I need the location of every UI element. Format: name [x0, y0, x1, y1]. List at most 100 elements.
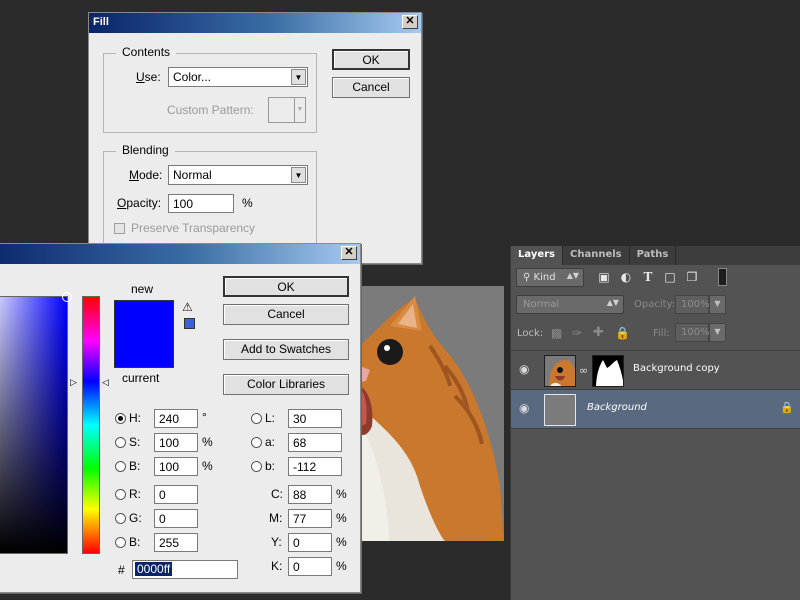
dialog-title: Fill [93, 16, 109, 28]
current-label: current [122, 371, 160, 385]
tab-layers[interactable]: Layers [511, 246, 563, 265]
layers-panel: Layers Channels Paths ⚲ Kind ▲▼ ▣ ◐ T □ … [510, 246, 800, 600]
black-input[interactable]: 0 [288, 557, 332, 576]
layer-row-background[interactable]: ◉ Background 🔒 [511, 390, 800, 429]
image-filter-icon[interactable]: ▣ [597, 270, 611, 284]
color-field-marker[interactable] [62, 292, 72, 302]
a-channel-radio[interactable] [251, 437, 262, 448]
current-color-swatch[interactable] [114, 338, 174, 368]
layer-row-background-copy[interactable]: ◉ ∞ Background copy [511, 351, 800, 390]
lock-move-icon[interactable]: ✚ [593, 325, 604, 340]
blend-mode-value: Normal [523, 299, 560, 310]
green-radio[interactable] [115, 513, 126, 524]
lock-transparent-icon[interactable]: ▩ [551, 326, 562, 340]
ok-button[interactable]: OK [332, 49, 410, 70]
fill-field[interactable]: 100% ▼ [675, 323, 726, 342]
cat-image [360, 286, 504, 541]
filter-kind-dropdown[interactable]: ⚲ Kind ▲▼ [516, 268, 584, 287]
contents-group: Contents Use: Color... ▼ Custom Pattern:… [103, 45, 317, 133]
use-dropdown[interactable]: Color... ▼ [168, 67, 308, 87]
percent-unit: % [336, 535, 347, 549]
ok-button[interactable]: OK [223, 276, 349, 297]
layer-mask-thumbnail[interactable] [592, 355, 624, 387]
opacity-input[interactable]: 100 [168, 194, 234, 213]
use-value: Color... [173, 70, 212, 84]
hue-input[interactable]: 240 [154, 409, 198, 428]
blue-radio[interactable] [115, 537, 126, 548]
opacity-value: 100% [681, 299, 710, 310]
layer-thumbnail [544, 355, 576, 387]
tab-paths[interactable]: Paths [630, 246, 677, 265]
custom-pattern-picker: ▼ [268, 97, 306, 123]
color-picker-titlebar: ✕ [0, 244, 360, 264]
brightness-radio[interactable] [115, 461, 126, 472]
fill-dialog-titlebar: Fill ✕ [89, 13, 421, 33]
green-input[interactable]: 0 [154, 509, 198, 528]
blend-mode-dropdown[interactable]: Normal ▲▼ [516, 295, 624, 314]
chevron-down-icon: ▼ [294, 98, 305, 122]
layer-name[interactable]: Background copy [633, 363, 720, 374]
b-channel-radio[interactable] [251, 461, 262, 472]
chevron-down-icon: ▼ [291, 167, 306, 183]
add-to-swatches-button[interactable]: Add to Swatches [223, 339, 349, 360]
preserve-transparency-checkbox[interactable] [114, 223, 125, 234]
magenta-input[interactable]: 77 [288, 509, 332, 528]
hue-slider-left-arrow[interactable]: ▷ [70, 377, 77, 388]
mode-label: Mode: [129, 168, 163, 182]
filter-kind-label: Kind [533, 272, 556, 283]
chevron-down-icon[interactable]: ▼ [709, 295, 726, 314]
brightness-input[interactable]: 100 [154, 457, 198, 476]
hex-value-selected: 0000ff [135, 562, 173, 576]
b-channel-input[interactable]: -112 [288, 457, 342, 476]
hex-input[interactable]: 0000ff [132, 560, 238, 579]
mode-dropdown[interactable]: Normal ▼ [168, 165, 308, 185]
chevron-down-icon[interactable]: ▼ [709, 323, 726, 342]
cancel-button[interactable]: Cancel [332, 77, 410, 98]
hue-slider[interactable] [82, 296, 100, 554]
mask-shape [593, 356, 623, 386]
saturation-input[interactable]: 100 [154, 433, 198, 452]
close-icon[interactable]: ✕ [402, 15, 418, 29]
chevron-down-icon: ▼ [291, 69, 306, 85]
shape-filter-icon[interactable]: □ [663, 270, 677, 284]
eye-icon[interactable]: ◉ [519, 401, 535, 415]
adjustment-filter-icon[interactable]: ◐ [619, 270, 633, 284]
cyan-input[interactable]: 88 [288, 485, 332, 504]
tab-channels[interactable]: Channels [563, 246, 630, 265]
fill-value: 100% [681, 327, 710, 338]
web-safe-swatch[interactable] [184, 318, 195, 329]
type-filter-icon[interactable]: T [641, 270, 655, 284]
hue-slider-right-arrow[interactable]: ◁ [102, 377, 109, 388]
search-icon: ⚲ [523, 272, 531, 283]
percent-unit: % [202, 435, 213, 449]
filter-toggle[interactable] [718, 268, 727, 286]
saturation-label: S: [129, 435, 141, 449]
yellow-input[interactable]: 0 [288, 533, 332, 552]
document-canvas[interactable] [360, 286, 504, 541]
cancel-button[interactable]: Cancel [223, 304, 349, 325]
link-icon[interactable]: ∞ [579, 364, 588, 377]
blue-input[interactable]: 255 [154, 533, 198, 552]
eye-icon[interactable]: ◉ [519, 362, 535, 376]
lock-brush-icon[interactable]: ✑ [572, 326, 582, 340]
red-input[interactable]: 0 [154, 485, 198, 504]
blending-group: Blending Mode: Normal ▼ Opacity: 100 % P… [103, 143, 317, 245]
lightness-radio[interactable] [251, 413, 262, 424]
red-radio[interactable] [115, 489, 126, 500]
lightness-input[interactable]: 30 [288, 409, 342, 428]
percent-unit: % [336, 487, 347, 501]
opacity-field[interactable]: 100% ▼ [675, 295, 726, 314]
color-field[interactable] [0, 292, 72, 554]
color-libraries-button[interactable]: Color Libraries [223, 374, 349, 395]
a-channel-input[interactable]: 68 [288, 433, 342, 452]
saturation-radio[interactable] [115, 437, 126, 448]
lock-all-icon[interactable]: 🔒 [615, 326, 630, 340]
gamut-warning-icon[interactable]: ⚠ [182, 300, 193, 314]
cyan-label: C: [271, 487, 283, 501]
fill-label: Fill: [653, 328, 670, 339]
close-icon[interactable]: ✕ [341, 246, 357, 260]
hue-radio[interactable] [115, 413, 126, 424]
layer-name[interactable]: Background [587, 402, 647, 413]
smart-object-filter-icon[interactable]: ❐ [685, 270, 699, 284]
layer-thumbnail [544, 394, 576, 426]
